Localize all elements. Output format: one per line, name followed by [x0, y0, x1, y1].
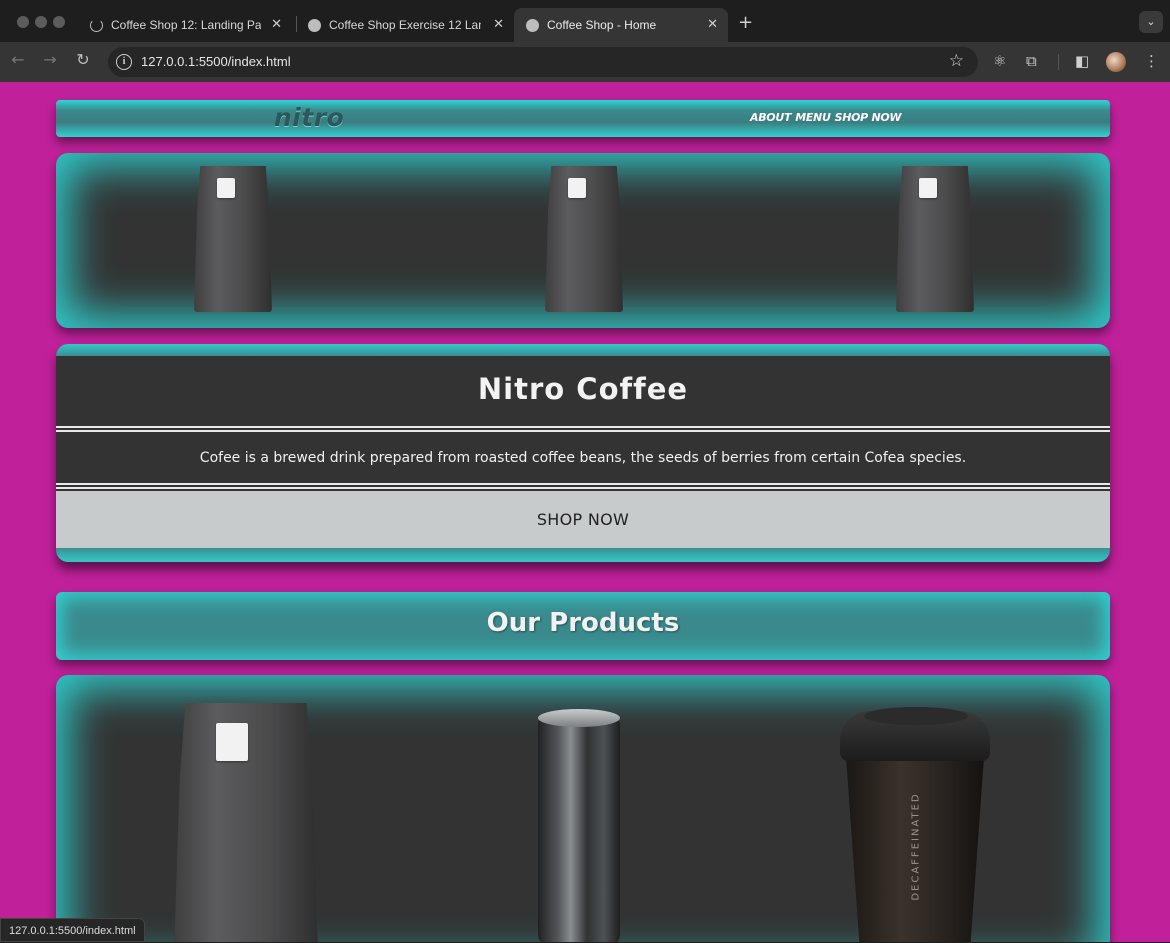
reload-icon[interactable]: ↻ — [72, 50, 94, 69]
back-icon[interactable]: ← — [7, 50, 29, 69]
page-viewport: nitro ABOUT MENU SHOP NOW Nitro Coffee C… — [0, 82, 1170, 942]
status-bar-url: 127.0.0.1:5500/index.html — [0, 918, 145, 942]
browser-tab[interactable]: Coffee Shop Exercise 12 Land ✕ — [296, 8, 514, 42]
about-section: Nitro Coffee Cofee is a brewed drink pre… — [56, 344, 1110, 562]
divider — [56, 426, 1110, 432]
products-title: Our Products — [486, 608, 680, 638]
site-header: nitro ABOUT MENU SHOP NOW — [56, 100, 1110, 137]
nav-link-shop-now[interactable]: SHOP NOW — [835, 111, 902, 124]
nav-link-menu[interactable]: MENU — [795, 111, 831, 124]
tab-title: Coffee Shop - Home — [547, 18, 657, 32]
tab-title: Coffee Shop 12: Landing Page — [111, 18, 261, 32]
tab-title: Coffee Shop Exercise 12 Land — [329, 18, 481, 32]
browser-tab[interactable]: Coffee Shop 12: Landing Page ✕ — [78, 8, 292, 42]
divider — [56, 483, 1110, 489]
about-title: Nitro Coffee — [477, 372, 689, 406]
react-devtools-icon[interactable]: ⚛ — [993, 52, 1006, 70]
site-info-icon[interactable]: i — [116, 54, 132, 70]
close-tab-icon[interactable]: ✕ — [271, 16, 282, 32]
hero-banner — [56, 153, 1110, 328]
coffee-bag-image — [194, 166, 272, 312]
window-zoom-button[interactable] — [53, 16, 65, 28]
coffee-bag-image — [896, 166, 974, 312]
extensions-icon[interactable]: ⧉ — [1026, 52, 1037, 70]
product-coffee-bag-image[interactable] — [174, 703, 318, 942]
close-tab-icon[interactable]: ✕ — [493, 16, 504, 32]
forward-icon[interactable]: → — [39, 50, 61, 69]
product-nitro-can-image[interactable] — [538, 709, 620, 942]
profile-avatar[interactable] — [1106, 52, 1126, 72]
cup-print-text: DECAFFEINATED — [910, 792, 922, 901]
coffee-bag-image — [545, 166, 623, 312]
url-text[interactable]: 127.0.0.1:5500/index.html — [141, 54, 291, 69]
close-tab-icon[interactable]: ✕ — [707, 16, 718, 32]
new-tab-icon[interactable]: + — [738, 12, 753, 33]
more-menu-icon[interactable]: ⋮ — [1144, 52, 1159, 70]
bookmark-star-icon[interactable]: ☆ — [949, 51, 964, 71]
window-minimize-button[interactable] — [35, 16, 47, 28]
window-close-button[interactable] — [17, 16, 29, 28]
browser-toolbar: ← → ↻ i 127.0.0.1:5500/index.html ☆ ⚛ ⧉ … — [0, 42, 1170, 82]
browser-tab-bar: Coffee Shop 12: Landing Page ✕ Coffee Sh… — [0, 0, 1170, 42]
about-description: Cofee is a brewed drink prepared from ro… — [199, 450, 967, 466]
site-nav: ABOUT MENU SHOP NOW — [750, 111, 902, 124]
browser-tab-active[interactable]: Coffee Shop - Home ✕ — [514, 8, 728, 42]
globe-icon — [308, 18, 321, 32]
product-coffee-cup-image[interactable]: DECAFFEINATED — [840, 707, 990, 942]
tab-search-icon[interactable]: ⌄ — [1139, 11, 1163, 33]
products-section: DECAFFEINATED — [56, 675, 1110, 942]
globe-icon — [526, 18, 539, 32]
loading-icon — [90, 18, 103, 32]
side-panel-icon[interactable]: ◧ — [1075, 52, 1089, 70]
nav-link-about[interactable]: ABOUT — [750, 111, 791, 124]
address-bar[interactable]: i 127.0.0.1:5500/index.html ☆ — [108, 47, 978, 77]
products-heading-bar: Our Products — [56, 592, 1110, 660]
site-logo[interactable]: nitro — [274, 103, 344, 132]
shop-now-button[interactable]: SHOP NOW — [56, 491, 1110, 548]
